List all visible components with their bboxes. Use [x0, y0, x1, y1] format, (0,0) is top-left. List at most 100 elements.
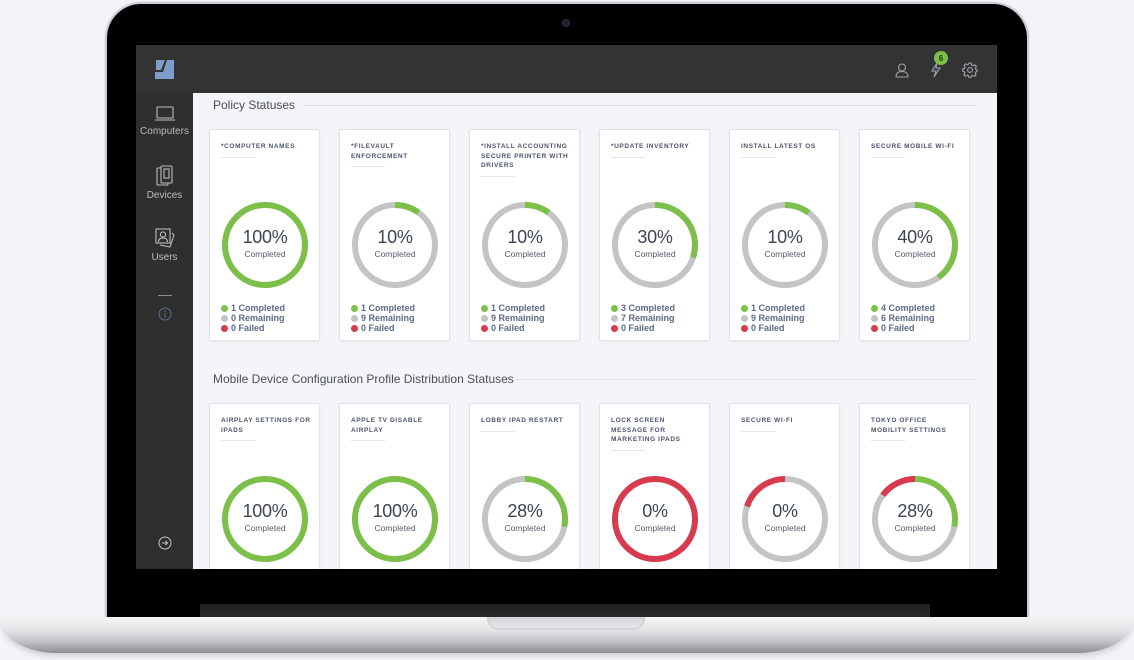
- laptop-hinge: [200, 604, 930, 618]
- legend-dot-failed: [611, 325, 618, 332]
- percent-completed: 10%: [767, 227, 803, 247]
- legend-failed: 0 Failed: [351, 323, 415, 333]
- legend-text-failed: 0 Failed: [751, 323, 785, 334]
- status-label: Completed: [374, 249, 416, 259]
- status-card[interactable]: Apple TV Disable AirPlay 100% Completed: [339, 403, 450, 569]
- logout-button[interactable]: [136, 536, 193, 550]
- status-label: Completed: [634, 249, 676, 259]
- legend-text-remaining: 0 Remaining: [231, 313, 285, 324]
- percent-completed: 100%: [242, 501, 288, 521]
- status-card[interactable]: AirPlay Settings for iPads 100% Completed: [209, 403, 320, 569]
- status-label: Completed: [764, 249, 806, 259]
- ring-label: 0% Completed: [739, 473, 831, 565]
- card-title: Tokyo Office Mobility Settings: [871, 417, 947, 434]
- status-label: Completed: [894, 249, 936, 259]
- sidebar-item-label: Computers: [140, 126, 189, 137]
- info-icon: [158, 307, 171, 321]
- card-legend: 4 Completed 6 Remaining 0 Failed: [871, 303, 935, 334]
- legend-completed: 4 Completed: [871, 303, 935, 313]
- app-logo[interactable]: [154, 59, 175, 80]
- ring-label: 30% Completed: [609, 199, 701, 291]
- card-title: *Install Accounting Secure Printer with …: [481, 143, 569, 170]
- notifications-button[interactable]: 6: [925, 51, 948, 81]
- legend-remaining: 9 Remaining: [481, 313, 545, 323]
- ring-label: 28% Completed: [869, 473, 961, 565]
- legend-remaining: 6 Remaining: [871, 313, 935, 323]
- legend-remaining: 9 Remaining: [741, 313, 805, 323]
- card-title-underline: [351, 166, 385, 167]
- ring-label: 100% Completed: [349, 473, 441, 565]
- user-icon: [895, 63, 909, 78]
- legend-remaining: 0 Remaining: [221, 313, 285, 323]
- status-card[interactable]: Lock Screen Message for Marketing iPads 0…: [599, 403, 710, 569]
- legend-text-remaining: 6 Remaining: [881, 313, 935, 324]
- ring-label: 10% Completed: [479, 199, 571, 291]
- sidebar-item-computers[interactable]: Computers: [136, 105, 193, 137]
- legend-failed: 0 Failed: [221, 323, 285, 333]
- status-card[interactable]: Lobby iPad Restart 28% Completed: [469, 403, 580, 569]
- status-card[interactable]: Install Latest OS 10% Completed 1 Completed…: [729, 129, 840, 341]
- legend-failed: 0 Failed: [741, 323, 805, 333]
- legend-text-remaining: 7 Remaining: [621, 313, 675, 324]
- status-label: Completed: [244, 523, 286, 533]
- legend-text-failed: 0 Failed: [621, 323, 655, 334]
- status-card[interactable]: *FileVault Enforcement 10% Completed 1 Comp…: [339, 129, 450, 341]
- status-card[interactable]: *Update Inventory 30% Completed 3 Completed…: [599, 129, 710, 341]
- section-divider: [516, 379, 976, 380]
- legend-dot-completed: [221, 304, 228, 312]
- status-label: Completed: [504, 523, 546, 533]
- section-title-policy: Policy Statuses: [213, 98, 296, 112]
- card-legend: 1 Completed 9 Remaining 0 Failed: [351, 303, 415, 334]
- card-title: Secure Wi-Fi: [741, 417, 793, 424]
- card-title-underline: [221, 157, 255, 158]
- legend-failed: 0 Failed: [481, 323, 545, 333]
- status-card[interactable]: Secure Mobile Wi-Fi 40% Completed 4 Complet…: [859, 129, 970, 341]
- status-card[interactable]: *Computer Names 100% Completed 1 Completed 0…: [209, 129, 320, 341]
- settings-button[interactable]: [959, 59, 981, 81]
- percent-completed: 0%: [772, 501, 798, 521]
- percent-completed: 28%: [507, 501, 543, 521]
- legend-dot-completed: [741, 304, 748, 312]
- legend-text-failed: 0 Failed: [491, 323, 525, 334]
- legend-text-remaining: 9 Remaining: [751, 313, 805, 324]
- card-title: Install Latest OS: [741, 143, 816, 150]
- status-card[interactable]: Tokyo Office Mobility Settings 28% Complet…: [859, 403, 970, 569]
- status-card[interactable]: *Install Accounting Secure Printer with …: [469, 129, 580, 341]
- card-title-underline: [611, 450, 645, 451]
- legend-text-completed: 1 Completed: [231, 303, 286, 313]
- info-button[interactable]: [136, 307, 193, 321]
- status-label: Completed: [764, 523, 806, 533]
- percent-completed: 40%: [897, 227, 933, 247]
- legend-dot-failed: [481, 325, 488, 332]
- legend-dot-remaining: [741, 314, 748, 322]
- status-label: Completed: [504, 249, 546, 259]
- ring-label: 100% Completed: [219, 199, 311, 291]
- sidebar-item-devices[interactable]: Devices: [136, 165, 193, 201]
- legend-text-completed: 4 Completed: [881, 303, 936, 313]
- legend-completed: 1 Completed: [481, 303, 545, 313]
- ring-label: 0% Completed: [609, 473, 701, 565]
- legend-dot-remaining: [871, 314, 878, 322]
- legend-failed: 0 Failed: [611, 323, 675, 333]
- percent-completed: 100%: [372, 501, 418, 521]
- legend-remaining: 7 Remaining: [611, 313, 675, 323]
- user-button[interactable]: [891, 59, 913, 81]
- ring-label: 10% Completed: [739, 199, 831, 291]
- legend-failed: 0 Failed: [871, 323, 935, 333]
- legend-text-completed: 1 Completed: [751, 303, 806, 313]
- sidebar-item-users[interactable]: Users: [136, 227, 193, 263]
- legend-dot-completed: [481, 304, 488, 312]
- main-content: Policy Statuses Mobile Device Configurat…: [193, 93, 997, 569]
- sidebar-divider: [158, 295, 172, 296]
- legend-dot-remaining: [611, 314, 618, 322]
- status-card[interactable]: Secure Wi-Fi 0% Completed: [729, 403, 840, 569]
- card-legend: 3 Completed 7 Remaining 0 Failed: [611, 303, 675, 334]
- legend-dot-failed: [221, 325, 228, 332]
- status-label: Completed: [244, 249, 286, 259]
- legend-dot-completed: [351, 304, 358, 312]
- legend-dot-remaining: [351, 314, 358, 322]
- card-title-underline: [351, 440, 385, 441]
- section-title-mobile-profiles: Mobile Device Configuration Profile Dist…: [213, 372, 514, 386]
- card-title-underline: [871, 157, 905, 158]
- app-screen: 6 Computers Devices Users Policy Statuse…: [136, 45, 997, 569]
